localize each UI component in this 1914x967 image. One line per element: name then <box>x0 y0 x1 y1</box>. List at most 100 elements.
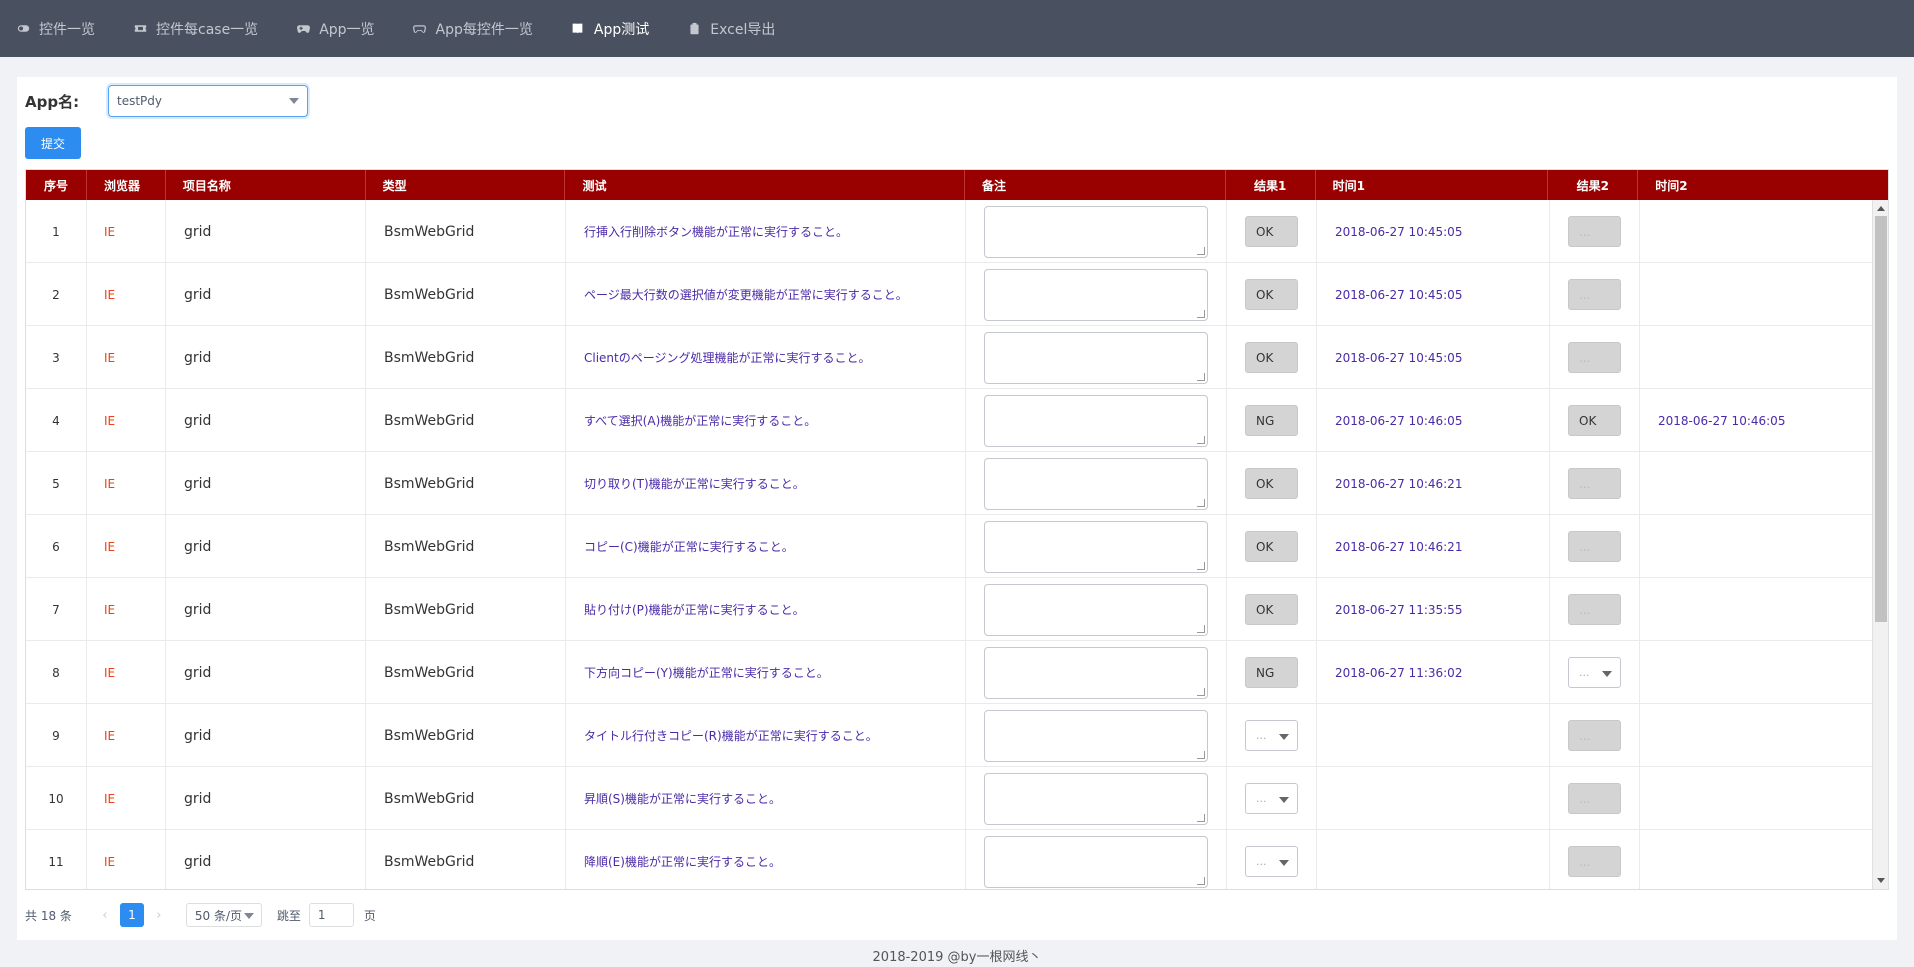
col-header-time1[interactable]: 时间1 <box>1316 170 1549 200</box>
resize-grip-icon[interactable] <box>1197 372 1205 381</box>
page-suffix: 页 <box>363 908 376 923</box>
row-type-text: BsmWebGrid <box>384 727 475 744</box>
next-page-button[interactable]: › <box>148 908 170 923</box>
nav-item-app-test[interactable]: App测试 <box>571 0 649 57</box>
result1-button[interactable]: NG <box>1245 405 1298 436</box>
result2-button[interactable]: ... <box>1568 783 1621 814</box>
result2-button[interactable]: ... <box>1568 468 1621 499</box>
row-project: grid <box>166 263 366 326</box>
chevron-down-icon <box>1279 734 1289 740</box>
result2-select[interactable]: ... <box>1568 657 1621 688</box>
page-number-1[interactable]: 1 <box>119 903 144 927</box>
result1-button[interactable]: OK <box>1245 594 1298 625</box>
note-textarea[interactable] <box>984 709 1208 762</box>
row-result2: ... <box>1550 515 1640 578</box>
nav-item-label: App一览 <box>319 21 375 38</box>
note-textarea[interactable] <box>984 331 1208 384</box>
prev-page-button[interactable]: ‹ <box>94 908 116 923</box>
note-textarea[interactable] <box>984 772 1208 825</box>
col-header-project[interactable]: 项目名称 <box>166 170 366 200</box>
col-header-note[interactable]: 备注 <box>965 170 1226 200</box>
col-header-result1[interactable]: 结果1 <box>1226 170 1316 200</box>
row-result2: ... <box>1550 263 1640 326</box>
result1-button[interactable]: NG <box>1245 657 1298 688</box>
nav-item-label: App每控件一览 <box>435 21 533 38</box>
note-textarea[interactable] <box>984 646 1208 699</box>
row-project-text: grid <box>184 727 212 744</box>
jump-page-input[interactable]: 1 <box>308 903 354 927</box>
col-header-test[interactable]: 测试 <box>565 170 966 200</box>
row-result1: ... <box>1227 704 1317 767</box>
result1-button[interactable]: OK <box>1245 216 1298 247</box>
resize-grip-icon[interactable] <box>1197 435 1205 444</box>
col-header-num[interactable]: 序号 <box>26 170 87 200</box>
col-header-result2[interactable]: 结果2 <box>1548 170 1639 200</box>
result2-button[interactable]: ... <box>1568 720 1621 751</box>
scroll-down-icon[interactable] <box>1877 878 1885 883</box>
result1-select[interactable]: ... <box>1245 783 1298 814</box>
result2-button[interactable]: ... <box>1568 531 1621 562</box>
row-browser-text: IE <box>104 476 116 491</box>
note-textarea[interactable] <box>984 583 1208 636</box>
row-project-text: grid <box>184 853 212 870</box>
submit-button[interactable]: 提交 <box>25 127 81 159</box>
note-textarea[interactable] <box>984 457 1208 510</box>
table-scrollbar[interactable] <box>1872 200 1888 889</box>
col-header-browser[interactable]: 浏览器 <box>87 170 166 200</box>
scroll-up-icon[interactable] <box>1877 206 1885 211</box>
resize-grip-icon[interactable] <box>1197 498 1205 507</box>
nav-item-excel-export[interactable]: Excel导出 <box>687 0 775 57</box>
result2-button[interactable]: ... <box>1568 846 1621 877</box>
note-textarea[interactable] <box>984 835 1208 888</box>
nav-item-label: 控件每case一览 <box>156 21 259 38</box>
note-textarea[interactable] <box>984 268 1208 321</box>
nav-item-controls[interactable]: 控件一览 <box>16 0 95 57</box>
resize-grip-icon[interactable] <box>1197 687 1205 696</box>
row-test-text: すべて選択(A)機能が正常に実行すること。 <box>584 414 817 428</box>
resize-grip-icon[interactable] <box>1197 309 1205 318</box>
result1-button[interactable]: OK <box>1245 531 1298 562</box>
row-number: 10 <box>26 767 87 830</box>
row-time1: 2018-06-27 11:36:02 <box>1317 641 1550 704</box>
row-type: BsmWebGrid <box>366 200 566 263</box>
resize-grip-icon[interactable] <box>1197 246 1205 255</box>
resize-grip-icon[interactable] <box>1197 750 1205 759</box>
col-header-type[interactable]: 类型 <box>366 170 566 200</box>
resize-grip-icon[interactable] <box>1197 813 1205 822</box>
app-select[interactable]: testPdy <box>108 85 308 117</box>
nav-item-control-cases[interactable]: 控件每case一览 <box>133 0 258 57</box>
scrollbar-thumb[interactable] <box>1875 216 1887 622</box>
row-time2 <box>1640 326 1870 389</box>
row-test-text: コピー(C)機能が正常に実行すること。 <box>584 540 794 554</box>
result1-select[interactable]: ... <box>1245 846 1298 877</box>
row-time1: 2018-06-27 10:45:05 <box>1317 263 1550 326</box>
app-select-value: testPdy <box>117 94 162 108</box>
result2-button[interactable]: ... <box>1568 342 1621 373</box>
note-textarea[interactable] <box>984 394 1208 447</box>
note-textarea[interactable] <box>984 205 1208 258</box>
result2-button[interactable]: ... <box>1568 279 1621 310</box>
row-browser-text: IE <box>104 413 116 428</box>
resize-grip-icon[interactable] <box>1197 624 1205 633</box>
result1-button[interactable]: OK <box>1245 468 1298 499</box>
page-size-select[interactable]: 50 条/页 <box>185 903 262 927</box>
resize-grip-icon[interactable] <box>1197 561 1205 570</box>
result1-select[interactable]: ... <box>1245 720 1298 751</box>
row-time1: 2018-06-27 10:45:05 <box>1317 200 1550 263</box>
row-browser: IE <box>87 200 166 263</box>
row-result2: OK <box>1550 389 1640 452</box>
note-textarea[interactable] <box>984 520 1208 573</box>
result2-button[interactable]: OK <box>1568 405 1621 436</box>
resize-grip-icon[interactable] <box>1197 876 1205 885</box>
row-type-text: BsmWebGrid <box>384 349 475 366</box>
nav-item-apps[interactable]: App一览 <box>296 0 375 57</box>
result2-button[interactable]: ... <box>1568 594 1621 625</box>
result1-button[interactable]: OK <box>1245 279 1298 310</box>
row-browser-text: IE <box>104 665 116 680</box>
table-rows: 1 IE grid BsmWebGrid 行挿入行削除ボタン機能が正常に実行すること。 O… <box>26 200 1888 889</box>
col-header-time2[interactable]: 时间2 <box>1638 170 1868 200</box>
result2-button[interactable]: ... <box>1568 216 1621 247</box>
row-number-text: 4 <box>52 413 60 428</box>
nav-item-app-controls[interactable]: App每控件一览 <box>413 0 533 57</box>
result1-button[interactable]: OK <box>1245 342 1298 373</box>
